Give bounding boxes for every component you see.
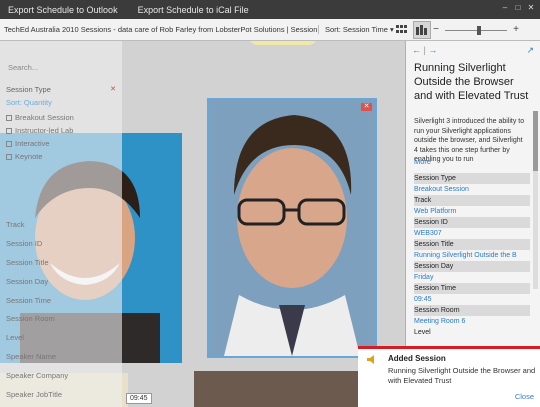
toast-title: Added Session (388, 354, 446, 363)
field-label: Session Title (414, 239, 530, 250)
filter-option-interactive[interactable]: Interactive (6, 139, 50, 148)
checkbox-icon (6, 115, 12, 122)
grid-view-button[interactable] (393, 21, 411, 39)
field-label: Session ID (414, 217, 530, 228)
grid-view-icon (396, 25, 407, 33)
tile-time-label: 09:45 (126, 393, 152, 404)
field-label: Session Day (414, 261, 530, 272)
back-arrow-icon[interactable]: ← (412, 45, 421, 55)
graph-view-button[interactable] (413, 20, 431, 39)
zoom-slider-thumb[interactable] (476, 25, 481, 35)
detail-title: Running Silverlight Outside the Browser … (414, 62, 529, 102)
filter-option-breakout[interactable]: Breakout Session (6, 113, 74, 122)
filter-category-session-room[interactable]: Session Room (6, 314, 55, 323)
detail-scrollbar[interactable] (533, 111, 538, 289)
filter-category-session-title[interactable]: Session Title (6, 258, 49, 267)
detail-nav: ← | → ↗ (412, 45, 534, 57)
checkbox-icon (6, 141, 12, 148)
filter-category-level[interactable]: Level (6, 333, 24, 342)
speaker-photo (209, 100, 375, 356)
field-value-link[interactable]: Web Platform (414, 206, 530, 217)
scrollbar-thumb[interactable] (533, 111, 538, 171)
forward-arrow-icon[interactable]: → (428, 45, 437, 55)
filter-category-speaker-company[interactable]: Speaker Company (6, 371, 68, 380)
sort-dropdown[interactable]: Sort: Session Time ▾ (318, 25, 394, 34)
field-value-link[interactable]: WEB307 (414, 228, 530, 239)
bar-view-icon (416, 24, 427, 35)
field-value-link[interactable]: Meeting Room 6 (414, 316, 530, 327)
filter-category-session-day[interactable]: Session Day (6, 277, 48, 286)
session-tile-selected[interactable]: ✕ (207, 98, 377, 358)
info-bar: TechEd Australia 2010 Sessions - data ca… (0, 19, 540, 41)
field-label: Session Room (414, 305, 530, 316)
checkbox-icon (6, 128, 12, 135)
filter-sort-link[interactable]: Sort: Quantity (6, 98, 52, 107)
speaker-icon (367, 355, 374, 364)
maximize-icon[interactable]: □ (513, 3, 523, 13)
session-tile[interactable] (194, 371, 374, 407)
field-label: Session Time (414, 283, 530, 294)
filter-category-session-id[interactable]: Session ID (6, 239, 42, 248)
export-outlook-button[interactable]: Export Schedule to Outlook (8, 5, 118, 15)
zoom-in-icon[interactable]: + (511, 24, 521, 35)
more-link[interactable]: More (414, 157, 431, 166)
window-controls: – □ ✕ (500, 3, 536, 13)
close-icon[interactable]: ✕ (526, 3, 536, 13)
filter-search-input[interactable]: Search... (8, 63, 38, 72)
field-label: Level (414, 327, 530, 338)
field-value-link[interactable]: Friday (414, 272, 530, 283)
top-toolbar: Export Schedule to Outlook Export Schedu… (0, 0, 540, 19)
clear-filter-icon[interactable]: ✕ (110, 85, 116, 93)
collection-title: TechEd Australia 2010 Sessions - data ca… (4, 25, 318, 34)
filter-category-speaker-jobtitle[interactable]: Speaker JobTitle (6, 390, 62, 399)
minimize-icon[interactable]: – (500, 3, 510, 13)
remove-badge-icon[interactable]: ✕ (361, 103, 372, 111)
checkbox-icon (6, 154, 12, 161)
field-value-link[interactable]: 09:45 (414, 294, 530, 305)
export-ical-button[interactable]: Export Schedule to iCal File (138, 5, 249, 15)
toast-notification: Added Session Running Silverlight Outsid… (358, 346, 540, 407)
toast-close-link[interactable]: Close (515, 392, 534, 401)
filter-option-instructor-led[interactable]: Instructor-led Lab (6, 126, 73, 135)
filter-category-session-type[interactable]: Session Type (6, 85, 51, 94)
filter-option-keynote[interactable]: Keynote (6, 152, 43, 161)
session-tile[interactable] (248, 41, 318, 45)
toast-message: Running Silverlight Outside the Browser … (388, 366, 536, 385)
filter-panel: Search... Session Type ✕ Sort: Quantity … (0, 41, 122, 407)
zoom-slider[interactable] (445, 25, 507, 35)
zoom-out-icon[interactable]: − (431, 24, 441, 35)
filter-category-speaker-name[interactable]: Speaker Name (6, 352, 56, 361)
filter-category-track[interactable]: Track (6, 220, 24, 229)
field-label: Session Type (414, 173, 530, 184)
field-value-link[interactable]: Breakout Session (414, 184, 530, 195)
expand-icon[interactable]: ↗ (526, 45, 534, 57)
field-value-link[interactable]: Running Silverlight Outside the B (414, 250, 530, 261)
filter-category-session-time[interactable]: Session Time (6, 296, 51, 305)
field-label: Track (414, 195, 530, 206)
